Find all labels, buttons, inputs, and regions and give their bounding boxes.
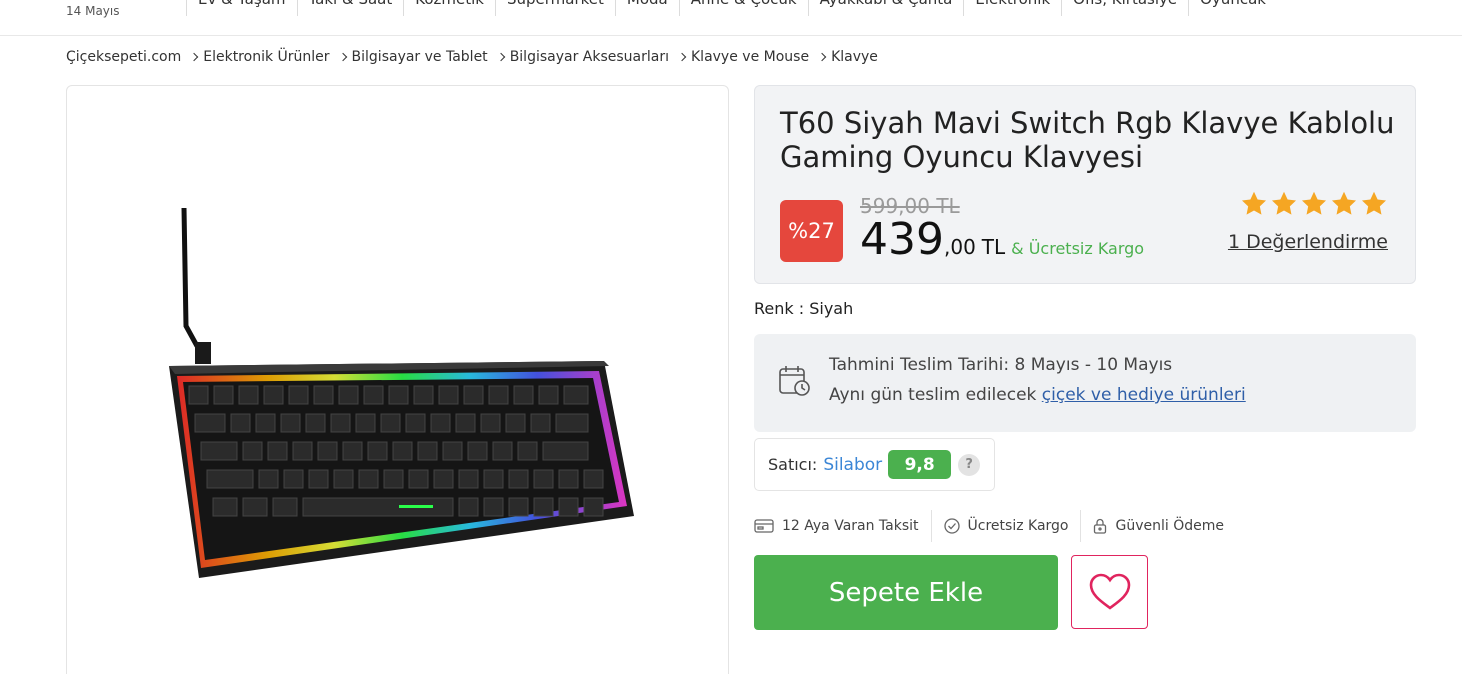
delivery-estimate: Tahmini Teslim Tarihi: 8 Mayıs - 10 Mayı… (829, 355, 1173, 375)
chevron-right-icon (817, 52, 827, 62)
discount-badge: %27 (780, 200, 843, 262)
star-icon (1301, 191, 1327, 215)
feature-label: 12 Aya Varan Taksit (782, 518, 919, 534)
product-image-panel[interactable] (66, 85, 729, 674)
seller-name-link[interactable]: Silabor (823, 455, 882, 475)
chevron-right-icon (496, 52, 505, 62)
calendar-clock-icon (779, 366, 810, 396)
breadcrumb-item[interactable]: Bilgisayar Aksesuarları (510, 49, 669, 65)
delivery-date-label: 14 Mayıs (66, 4, 120, 18)
rating-stars[interactable] (1240, 190, 1388, 218)
category-nav-item[interactable]: Elektronik (963, 0, 1061, 16)
category-nav-item[interactable]: Moda (614, 0, 679, 16)
star-icon (1361, 191, 1387, 215)
same-day-products-link[interactable]: çiçek ve hediye ürünleri (1042, 385, 1246, 405)
seller-info: Satıcı: Silabor 9,8 ? (754, 438, 995, 491)
seller-score-badge: 9,8 (888, 450, 952, 479)
price-decimal: ,00 (943, 235, 976, 259)
price-currency: TL (981, 235, 1006, 259)
category-nav-item[interactable]: Supermarket (494, 0, 615, 16)
category-nav: Ev & Yaşam Takı & Saat Kozmetik Supermar… (186, 0, 1277, 16)
category-nav-item[interactable]: Ofis, Kırtasiye (1061, 0, 1188, 16)
heart-icon (1089, 573, 1130, 610)
free-shipping-label: & Ücretsiz Kargo (1011, 239, 1145, 258)
chevron-right-icon (677, 52, 687, 62)
category-nav-item[interactable]: Kozmetik (403, 0, 495, 16)
product-image (169, 207, 634, 578)
category-nav-item[interactable]: Ayakkabı & Çanta (807, 0, 964, 16)
category-nav-item[interactable]: Oyuncak (1188, 0, 1277, 16)
feature-label: Güvenli Ödeme (1115, 518, 1224, 534)
feature-list: 12 Aya Varan Taksit Ücretsiz Kargo Güven… (754, 510, 1236, 542)
color-label: Renk : Siyah (754, 299, 854, 318)
star-icon (1241, 191, 1267, 215)
feature-free-shipping: Ücretsiz Kargo (930, 510, 1081, 542)
breadcrumb-item[interactable]: Bilgisayar ve Tablet (352, 49, 488, 65)
price-row: 439 ,00 TL & Ücretsiz Kargo (860, 214, 1144, 265)
chevron-right-icon (189, 52, 199, 62)
same-day-note: Aynı gün teslim edilecek çiçek ve hediye… (829, 385, 1246, 405)
card-icon (754, 519, 774, 533)
review-count-link[interactable]: 1 Değerlendirme (1228, 231, 1388, 253)
breadcrumb: Çiçeksepeti.com Elektronik Ürünler Bilgi… (66, 49, 878, 65)
breadcrumb-item[interactable]: Klavye ve Mouse (691, 49, 809, 65)
chevron-right-icon (338, 52, 347, 62)
feature-label: Ücretsiz Kargo (967, 518, 1069, 534)
check-circle-icon (943, 518, 960, 534)
breadcrumb-item[interactable]: Elektronik Ürünler (203, 49, 329, 65)
star-icon (1271, 191, 1297, 215)
breadcrumb-item[interactable]: Çiçeksepeti.com (66, 49, 181, 65)
help-icon[interactable]: ? (958, 453, 981, 476)
category-nav-item[interactable]: Anne & Çocuk (678, 0, 808, 16)
top-bar: 14 Mayıs Ev & Yaşam Takı & Saat Kozmetik… (0, 0, 1462, 36)
add-to-cart-button[interactable]: Sepete Ekle (754, 555, 1058, 630)
delivery-info: Tahmini Teslim Tarihi: 8 Mayıs - 10 Mayı… (754, 334, 1416, 432)
same-day-text: Aynı gün teslim edilecek (829, 385, 1037, 405)
seller-label: Satıcı: (768, 455, 818, 474)
add-to-favorites-button[interactable] (1071, 555, 1148, 629)
star-icon (1331, 191, 1357, 215)
feature-secure-payment: Güvenli Ödeme (1080, 510, 1236, 542)
breadcrumb-item[interactable]: Klavye (831, 49, 878, 65)
category-nav-item[interactable]: Takı & Saat (296, 0, 404, 16)
category-nav-item[interactable]: Ev & Yaşam (186, 0, 297, 16)
product-title: T60 Siyah Mavi Switch Rgb Klavye Kablolu… (780, 106, 1395, 174)
feature-installment: 12 Aya Varan Taksit (754, 510, 931, 542)
product-summary: T60 Siyah Mavi Switch Rgb Klavye Kablolu… (754, 85, 1416, 284)
lock-icon (1094, 518, 1107, 534)
price-integer: 439 (860, 214, 944, 265)
